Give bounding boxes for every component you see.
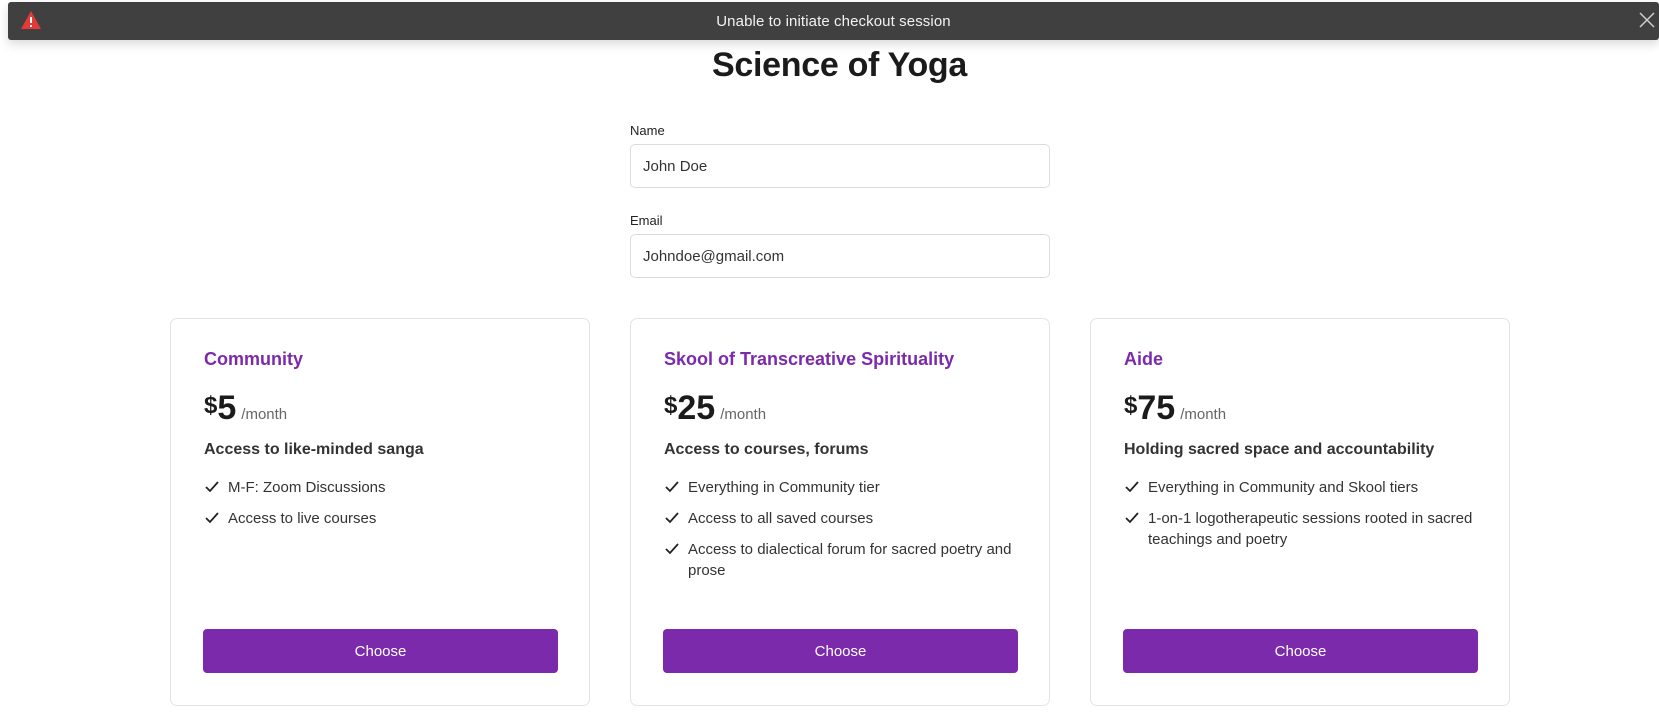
- price-period: /month: [1180, 406, 1227, 423]
- feature-text: M-F: Zoom Discussions: [228, 479, 386, 496]
- plan-card-aide: Aide $ 75 /month Holding sacred space an…: [1090, 318, 1510, 706]
- choose-button-skool[interactable]: Choose: [663, 629, 1018, 673]
- feature-text: Access to live courses: [228, 510, 377, 527]
- plan-tagline: Access to courses, forums: [664, 441, 869, 458]
- feature-item: Access to dialectical forum for sacred p…: [664, 539, 1024, 581]
- feature-text: Everything in Community tier: [688, 479, 880, 496]
- price-amount: 5: [217, 389, 237, 427]
- close-icon[interactable]: [1637, 10, 1657, 30]
- plan-tagline: Holding sacred space and accountability: [1124, 441, 1435, 458]
- feature-list: Everything in Community and Skool tiers …: [1124, 477, 1484, 560]
- plan-name: Skool of Transcreative Spirituality: [664, 349, 955, 369]
- name-input[interactable]: [630, 144, 1050, 188]
- feature-text: Access to all saved courses: [688, 510, 874, 527]
- feature-item: Everything in Community tier: [664, 477, 1024, 498]
- check-icon: [205, 481, 219, 493]
- plan-price: $ 25 /month: [664, 389, 766, 428]
- check-icon: [205, 512, 219, 524]
- price-currency: $: [204, 392, 218, 419]
- plan-tagline: Access to like-minded sanga: [204, 441, 424, 458]
- feature-item: 1-on-1 logotherapeutic sessions rooted i…: [1124, 508, 1484, 550]
- feature-item: Access to live courses: [204, 508, 564, 529]
- error-toast: Unable to initiate checkout session: [8, 2, 1659, 40]
- feature-list: Everything in Community tier Access to a…: [664, 477, 1024, 591]
- price-amount: 25: [677, 389, 716, 427]
- feature-text: Access to dialectical forum for sacred p…: [688, 541, 1012, 579]
- price-period: /month: [241, 406, 288, 423]
- choose-button-aide[interactable]: Choose: [1123, 629, 1478, 673]
- price-currency: $: [664, 392, 678, 419]
- check-icon: [1125, 512, 1139, 524]
- check-icon: [665, 481, 679, 493]
- warning-triangle-icon: [21, 11, 41, 29]
- plan-name: Community: [204, 349, 303, 369]
- price-period: /month: [720, 406, 767, 423]
- plan-price: $ 75 /month: [1124, 389, 1226, 428]
- plan-card-community: Community $ 5 /month Access to like-mind…: [170, 318, 590, 706]
- plan-name: Aide: [1124, 349, 1164, 369]
- price-amount: 75: [1137, 389, 1176, 427]
- check-icon: [665, 543, 679, 555]
- plan-card-skool: Skool of Transcreative Spirituality $ 25…: [630, 318, 1050, 706]
- email-label: Email: [630, 213, 663, 228]
- feature-item: Everything in Community and Skool tiers: [1124, 477, 1484, 498]
- email-input[interactable]: [630, 234, 1050, 278]
- toast-message: Unable to initiate checkout session: [716, 12, 951, 30]
- feature-text: Everything in Community and Skool tiers: [1148, 479, 1419, 496]
- check-icon: [665, 512, 679, 524]
- feature-item: Access to all saved courses: [664, 508, 1024, 529]
- feature-text: 1-on-1 logotherapeutic sessions rooted i…: [1148, 510, 1473, 548]
- feature-item: M-F: Zoom Discussions: [204, 477, 564, 498]
- choose-button-community[interactable]: Choose: [203, 629, 558, 673]
- name-label: Name: [630, 123, 665, 138]
- plan-price: $ 5 /month: [204, 389, 287, 428]
- feature-list: M-F: Zoom Discussions Access to live cou…: [204, 477, 564, 539]
- page-title: Science of Yoga: [712, 46, 967, 84]
- price-currency: $: [1124, 392, 1138, 419]
- check-icon: [1125, 481, 1139, 493]
